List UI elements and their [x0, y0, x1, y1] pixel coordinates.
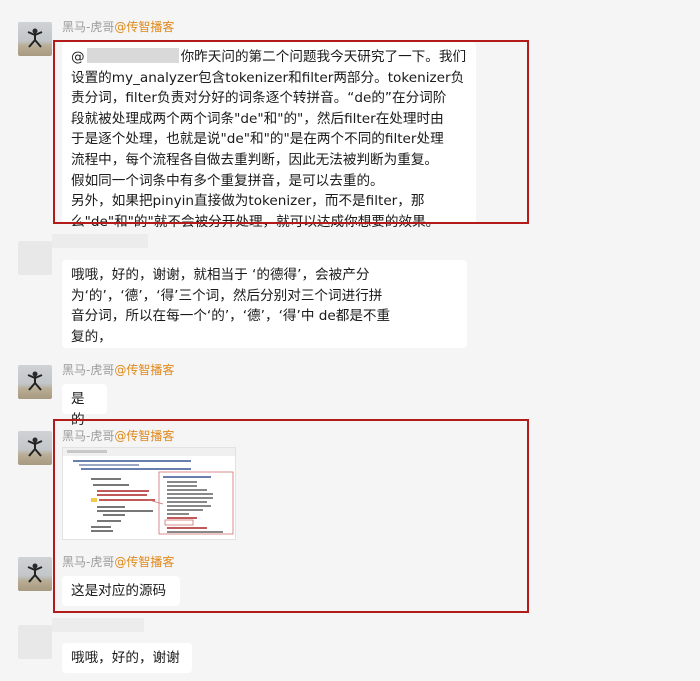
avatar[interactable]	[18, 22, 52, 56]
avatar[interactable]	[18, 557, 52, 591]
message-line: 哦哦，好的，谢谢，就相当于 ‘的德得’，会被产分	[71, 267, 370, 283]
highlight-box	[53, 40, 529, 224]
avatar[interactable]	[18, 625, 52, 659]
sender-tag: @传智播客	[114, 20, 175, 34]
sender-name: 黑马-虎哥@传智播客	[62, 20, 175, 34]
sender-name	[52, 618, 144, 632]
avatar[interactable]	[18, 365, 52, 399]
user-avatar-icon	[27, 437, 43, 457]
message-line: 音分词，所以在每一个‘的’，‘德’，‘得’中 de都是不重	[71, 308, 391, 325]
sender-name: 黑马-虎哥@传智播客	[62, 363, 175, 377]
user-avatar-icon	[27, 563, 43, 583]
message-bubble: 哦哦，好的，谢谢	[62, 643, 192, 673]
message-bubble: 是的	[62, 384, 107, 428]
avatar[interactable]	[18, 431, 52, 465]
highlight-box	[53, 419, 529, 613]
message-line: 复的，	[71, 328, 112, 345]
sender-name	[52, 234, 148, 248]
message-text: 哦哦，好的，谢谢	[71, 650, 180, 666]
message-line: 为‘的’，‘德’，‘得’三个词，然后分别对三个词进行拼	[71, 287, 383, 304]
avatar[interactable]	[18, 241, 52, 275]
user-avatar-icon	[27, 371, 43, 391]
message-bubble: 哦哦，好的，谢谢，就相当于 ‘的德得’，会被产分 为‘的’，‘德’，‘得’三个词…	[62, 260, 467, 348]
sender-tag: @传智播客	[114, 363, 175, 377]
user-avatar-icon	[27, 28, 43, 48]
